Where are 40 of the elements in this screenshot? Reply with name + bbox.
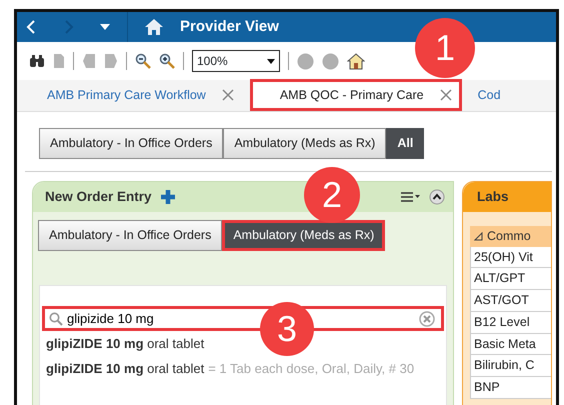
filter-button[interactable]: All: [386, 128, 424, 159]
lab-item[interactable]: AST/GOT: [470, 290, 551, 312]
plus-icon[interactable]: [160, 188, 176, 205]
group-header[interactable]: Commo: [470, 226, 551, 246]
lab-item[interactable]: BNP: [470, 377, 551, 399]
expanded-icon[interactable]: [474, 232, 483, 241]
panel-title: Labs: [463, 182, 551, 212]
lab-item[interactable]: Basic Meta: [470, 334, 551, 356]
window-title: Provider View: [180, 16, 279, 37]
tab[interactable]: Cod: [470, 79, 509, 111]
caret-icon: [267, 58, 275, 64]
binoculars-icon[interactable]: [29, 54, 45, 68]
back-icon[interactable]: [25, 19, 37, 35]
tab[interactable]: AMB QOC - Primary Care: [250, 79, 462, 111]
folder-button[interactable]: Ambulatory - In Office Orders: [38, 220, 222, 250]
result-details: = 1 Tab each dose, Oral, Daily, # 30: [208, 360, 414, 378]
tab[interactable]: AMB Primary Care Workflow: [39, 79, 242, 111]
lab-item[interactable]: B12 Level: [470, 312, 551, 334]
home-icon[interactable]: [144, 18, 164, 36]
house-icon[interactable]: [347, 52, 365, 70]
result-item[interactable]: glipiZIDE 10 mg oral tablet: [46, 359, 204, 378]
zoom-in-icon[interactable]: [159, 53, 175, 69]
close-icon[interactable]: [222, 89, 234, 101]
search-icon: [49, 312, 63, 326]
filter-button[interactable]: Ambulatory - In Office Orders: [39, 128, 224, 159]
lab-item[interactable]: Bilirubin, C: [470, 355, 551, 377]
zoom-out-icon[interactable]: [135, 53, 151, 69]
filter-button[interactable]: Ambulatory (Meds as Rx): [223, 128, 386, 159]
panel-title: New Order Entry: [45, 188, 152, 206]
result-item[interactable]: glipiZIDE 10 mg oral tablet: [46, 334, 204, 353]
collapse-icon[interactable]: [429, 188, 445, 205]
caret-icon[interactable]: [99, 23, 111, 31]
folder-button[interactable]: Ambulatory (Meds as Rx): [222, 220, 386, 250]
group-label: Commo: [487, 228, 531, 245]
close-icon[interactable]: [440, 89, 452, 101]
menu-icon[interactable]: [401, 192, 421, 202]
lab-item[interactable]: 25(OH) Vit: [470, 246, 551, 268]
lab-item[interactable]: ALT/GPT: [470, 268, 551, 290]
zoom-dropdown[interactable]: 100%: [192, 50, 280, 72]
callout-number: 1: [415, 18, 475, 78]
